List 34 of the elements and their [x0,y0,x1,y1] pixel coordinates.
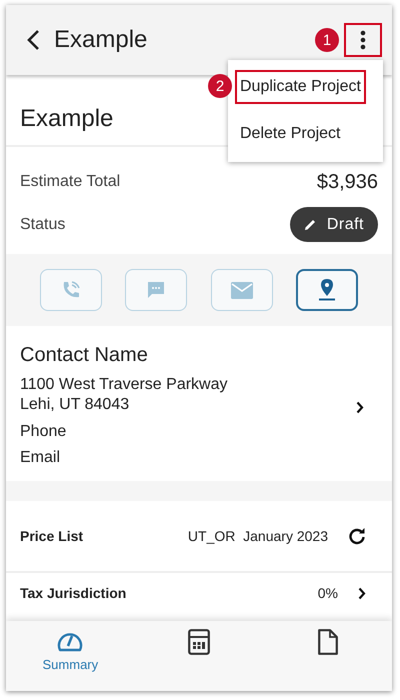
status-button[interactable]: Draft [290,207,378,242]
back-icon [26,29,40,51]
nav-tab[interactable]: Summary [30,629,110,672]
detail-value: UT_OR January 2023 [188,528,328,544]
more-icon [360,30,366,50]
detail-label: Tax Jurisdiction [20,585,128,601]
pencil-icon [304,218,317,231]
detail-label: Price List [20,528,84,544]
callout-badge: 2 [208,74,232,98]
contact-phone: Phone [20,423,68,441]
callout-badge: 1 [315,28,339,52]
more-menu-button[interactable] [344,23,382,57]
mail-icon [230,282,253,298]
field-label: Status [20,216,66,234]
contact-name: Contact Name [20,344,149,367]
chevron-right-icon [358,586,366,600]
estimate-amount: $3,936 [316,170,378,194]
menu-item[interactable]: Delete Project [235,116,346,150]
location-pin-icon [318,279,336,301]
refresh-icon [348,527,366,545]
document-icon [318,629,338,655]
contact-card[interactable]: Contact Name 1100 West Traverse Parkway Lehi, UT 84043 Phone Email [6,326,392,481]
field-label: Estimate Total [20,173,120,191]
chat-icon [146,280,166,300]
detail-value: 0% [318,585,338,601]
detail-row[interactable]: Tax Jurisdiction 0% [6,573,392,613]
calculator-icon [188,629,210,655]
contact-email: Email [20,449,62,467]
contact-address: 1100 West Traverse Parkway Lehi, UT 84043 [20,375,228,415]
detail-row[interactable]: Price List UT_OR January 2023 [6,501,392,573]
location-button[interactable] [296,269,358,311]
screen-title: Example [54,26,148,54]
chevron-right-icon [356,401,364,414]
menu-item[interactable]: Duplicate Project [235,70,366,104]
